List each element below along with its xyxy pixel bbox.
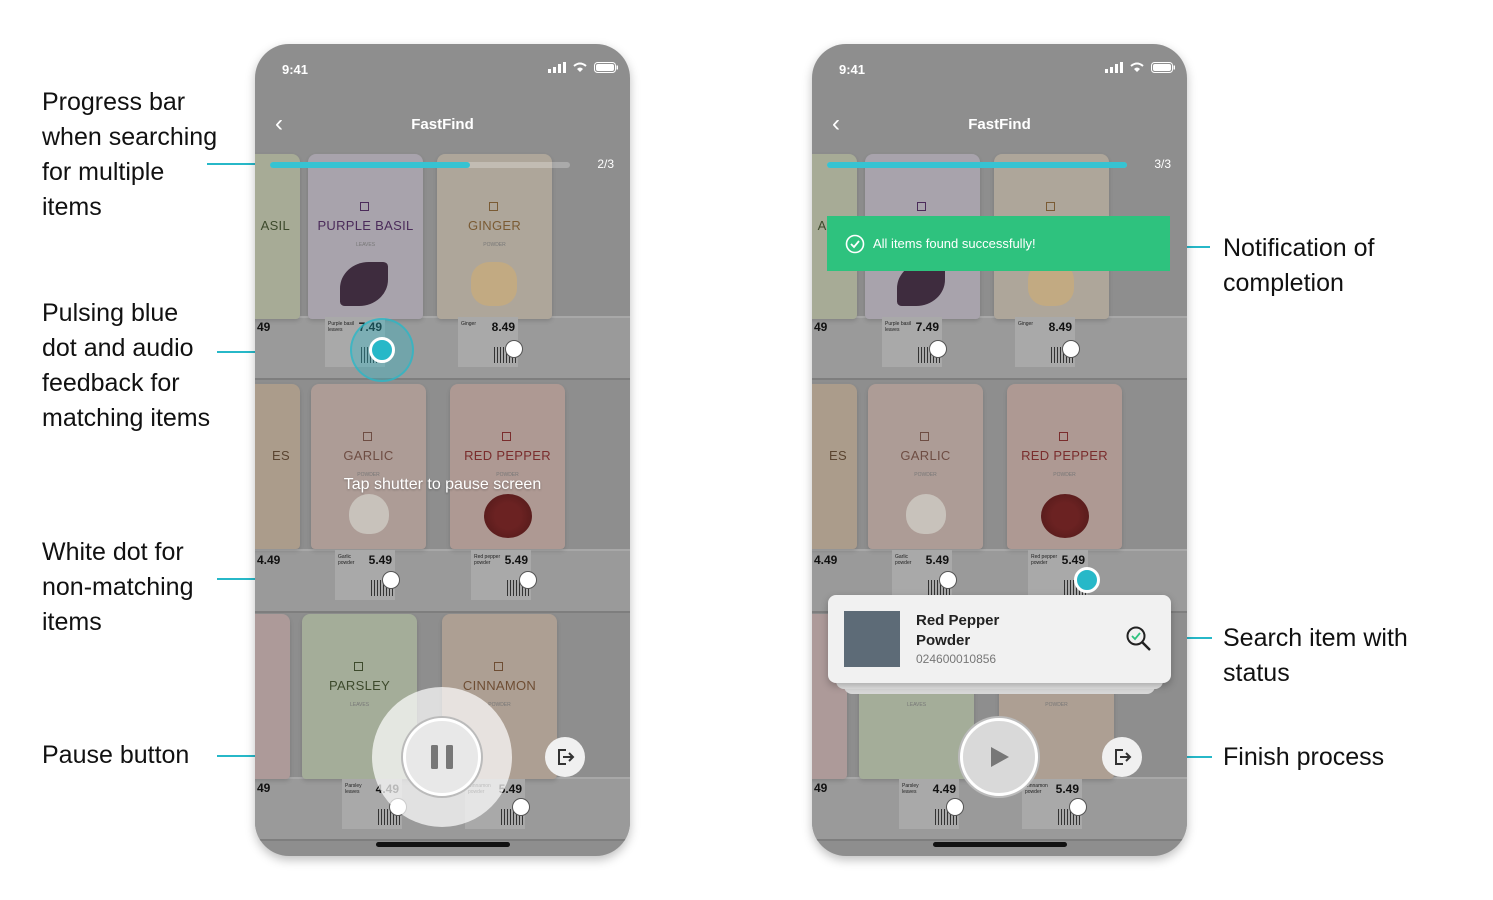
product-ginger: GINGERPOWDER: [437, 154, 552, 319]
nonmatch-dot-white[interactable]: [505, 340, 523, 358]
basil-leaf-image: [340, 262, 388, 306]
progress-fill: [270, 162, 471, 168]
ginger-image: [471, 262, 517, 306]
pause-button[interactable]: [403, 718, 481, 796]
nav-bar: ‹ FastFind: [812, 109, 1187, 139]
callout-search-item: Search item with status: [1223, 624, 1408, 687]
match-dot-blue[interactable]: [369, 337, 395, 363]
match-dot-blue[interactable]: [1074, 567, 1100, 593]
wifi-icon: [1130, 62, 1144, 72]
completion-toast: All items found successfully!: [827, 216, 1170, 271]
brand-logo-icon: [354, 662, 363, 671]
product-spice-partial: ES: [255, 384, 300, 549]
progress-bar: [270, 162, 570, 168]
exit-icon: [1115, 749, 1132, 765]
product-thumbnail: [844, 611, 900, 667]
status-time: 9:41: [282, 62, 309, 77]
pause-icon: [406, 721, 478, 793]
product-red-pepper: RED PEPPER POWDER: [1007, 384, 1122, 549]
product-spice-partial: ES: [812, 384, 857, 549]
shelf-row-1: [812, 316, 1187, 380]
status-bar: 9:41: [255, 44, 630, 84]
progress-bar: [827, 162, 1127, 168]
nonmatch-dot-white[interactable]: [382, 571, 400, 589]
status-bar: 9:41: [812, 44, 1187, 84]
edge-price: 4.49: [257, 553, 281, 567]
battery-icon: [594, 62, 618, 73]
shelf-row-2: [255, 549, 630, 613]
brand-logo-icon: [920, 432, 929, 441]
page-title: FastFind: [968, 116, 1031, 133]
check-circle-icon: [845, 234, 865, 253]
wifi-icon: [573, 62, 587, 72]
garlic-image: [906, 494, 946, 534]
callout-notification: Notification of completion: [1223, 234, 1375, 297]
brand-logo-icon: [1059, 432, 1068, 441]
nonmatch-dot-white[interactable]: [1069, 798, 1087, 816]
callout-finish: Finish process: [1223, 743, 1385, 771]
home-indicator: [933, 842, 1067, 847]
progress-count: 3/3: [1154, 157, 1171, 171]
status-icons: [1105, 62, 1175, 73]
callout-line-progress: [207, 163, 262, 165]
brand-logo-icon: [1046, 202, 1055, 211]
signal-icon: [548, 62, 566, 73]
play-button[interactable]: [960, 718, 1038, 796]
exit-icon: [558, 749, 575, 765]
callout-white-dot: White dot for non-matching items: [42, 538, 194, 636]
red-pepper-image: [484, 494, 532, 538]
nav-bar: ‹ FastFind: [255, 109, 630, 139]
product-basil-partial: ASIL: [255, 154, 300, 319]
status-time: 9:41: [839, 62, 866, 77]
search-item-name: Red Pepper Powder: [916, 612, 1000, 649]
callout-progress: Progress bar when searching for multiple…: [42, 88, 218, 221]
product-garlic: GARLIC POWDER: [311, 384, 426, 549]
search-item-card[interactable]: Red Pepper Powder 024600010856: [828, 595, 1171, 683]
search-item-code: 024600010856: [916, 652, 997, 666]
progress-fill: [827, 162, 1127, 168]
phone-screen-searching: ASIL PURPLE BASIL LEAVES GINGER POWDER ES …: [255, 44, 630, 856]
edge-price: 49: [257, 320, 271, 334]
signal-icon: [1105, 62, 1123, 73]
brand-logo-icon: [494, 662, 503, 671]
finish-button[interactable]: [545, 737, 585, 777]
progress-count: 2/3: [597, 157, 614, 171]
nonmatch-dot-white[interactable]: [929, 340, 947, 358]
edge-price: 49: [814, 781, 828, 795]
brand-logo-icon: [360, 202, 369, 211]
brand-logo-icon: [363, 432, 372, 441]
product-garlic: GARLIC POWDER: [868, 384, 983, 549]
edge-price: 49: [257, 781, 271, 795]
product-partial: [255, 614, 290, 779]
garlic-image: [349, 494, 389, 534]
nonmatch-dot-white[interactable]: [946, 798, 964, 816]
pause-hint: Tap shutter to pause screen: [343, 476, 542, 493]
red-pepper-image: [1041, 494, 1089, 538]
shelf-row-1: [255, 316, 630, 380]
finish-button[interactable]: [1102, 737, 1142, 777]
edge-price: 49: [814, 320, 828, 334]
toast-message: All items found successfully!: [873, 236, 1036, 251]
nonmatch-dot-white[interactable]: [939, 571, 957, 589]
callout-pause: Pause button: [42, 741, 190, 769]
product-purple-basil: PURPLE BASILLEAVES: [308, 154, 423, 319]
home-indicator: [376, 842, 510, 847]
nonmatch-dot-white[interactable]: [519, 571, 537, 589]
status-icons: [548, 62, 618, 73]
play-icon: [963, 721, 1035, 793]
edge-price: 4.49: [814, 553, 838, 567]
product-red-pepper: RED PEPPER POWDER: [450, 384, 565, 549]
brand-logo-icon: [917, 202, 926, 211]
battery-icon: [1151, 62, 1175, 73]
page-title: FastFind: [411, 116, 474, 133]
search-found-icon[interactable]: [1125, 625, 1153, 658]
phone-screen-complete: ASIL PURPLE BASILLEAVES GINGERPOWDER ES …: [812, 44, 1187, 856]
nonmatch-dot-white[interactable]: [512, 798, 530, 816]
callout-pulse: Pulsing blue dot and audio feedback for …: [42, 299, 211, 432]
nonmatch-dot-white[interactable]: [1062, 340, 1080, 358]
brand-logo-icon: [489, 202, 498, 211]
brand-logo-icon: [502, 432, 511, 441]
